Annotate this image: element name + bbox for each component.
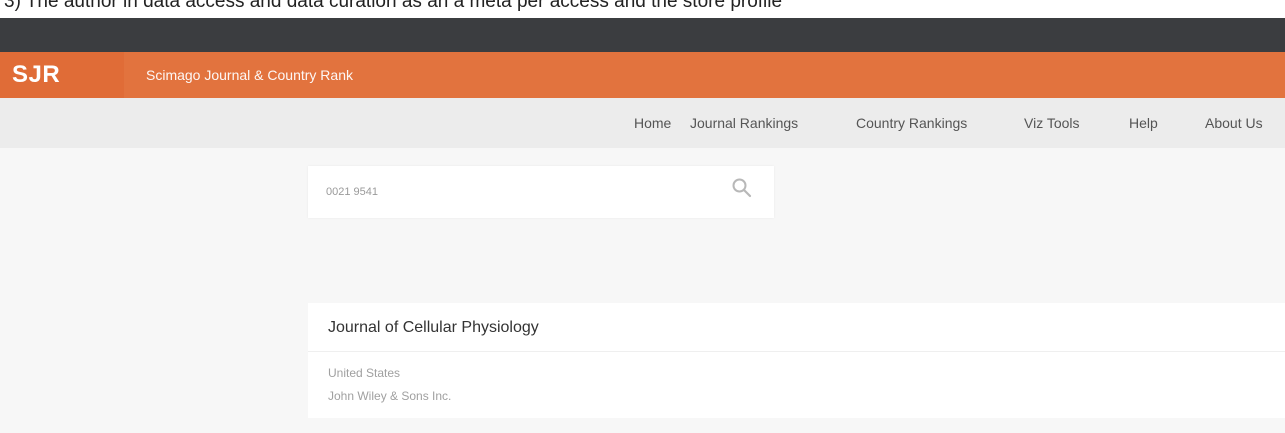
site-title-link[interactable]: Scimago Journal & Country Rank: [146, 52, 353, 98]
nav-viz-tools[interactable]: Viz Tools: [1024, 98, 1080, 148]
search-result-card[interactable]: Journal of Cellular Physiology United St…: [308, 303, 1285, 418]
nav-about-us[interactable]: About Us: [1205, 98, 1263, 148]
search-box: [308, 166, 774, 218]
cropped-text: 3) The author in data access and data cu…: [4, 0, 783, 12]
nav-country-rankings[interactable]: Country Rankings: [856, 98, 967, 148]
site-header: SJR Scimago Journal & Country Rank: [0, 52, 1285, 98]
main-nav: Home Journal Rankings Country Rankings V…: [0, 98, 1285, 148]
nav-journal-rankings[interactable]: Journal Rankings: [690, 98, 798, 148]
journal-country: United States: [328, 366, 401, 380]
top-cropped-text-strip: 3) The author in data access and data cu…: [0, 0, 1285, 18]
result-divider: [308, 351, 1285, 352]
nav-home[interactable]: Home: [634, 98, 671, 148]
nav-help[interactable]: Help: [1129, 98, 1158, 148]
journal-title[interactable]: Journal of Cellular Physiology: [328, 319, 539, 337]
journal-publisher: John Wiley & Sons Inc.: [328, 389, 452, 403]
sjr-logo[interactable]: SJR: [0, 52, 124, 98]
search-icon[interactable]: [730, 176, 754, 200]
search-input[interactable]: [318, 178, 734, 206]
top-dark-bar: [0, 18, 1285, 52]
